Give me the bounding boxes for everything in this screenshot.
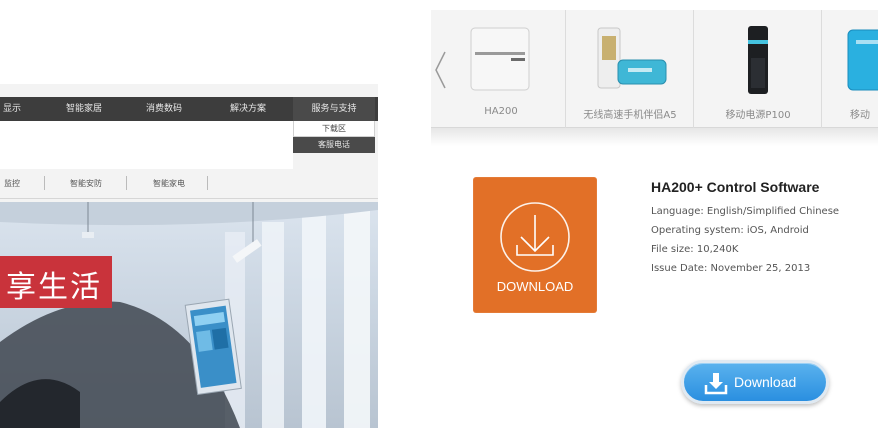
subnav-divider (44, 176, 45, 190)
carousel-item-label: 无线高速手机伴侣A5 (583, 110, 677, 121)
subnav-item-monitoring[interactable]: 监控 (4, 178, 20, 189)
left-website-panel: 显示 智能家居 消费数码 解决方案 服务与支持 下载区 客服电话 监控 智能安防… (0, 84, 378, 428)
software-os: Operating system: iOS, Android (651, 225, 809, 236)
download-button[interactable]: Download (681, 360, 829, 404)
right-download-panel: HA200 无线高速手机伴侣A5 移动电源P100 移动 DOWNLOAD HA… (431, 10, 878, 428)
subnav-item-appliances[interactable]: 智能家电 (153, 178, 185, 189)
nav-item-display[interactable]: 显示 (0, 97, 24, 121)
nav-item-smart-home[interactable]: 智能家居 (44, 97, 124, 121)
download-button-label: Download (734, 374, 797, 390)
nav-item-solutions[interactable]: 解决方案 (206, 97, 290, 121)
software-title: HA200+ Control Software (651, 179, 820, 195)
power-bank-icon (718, 18, 798, 98)
hero-banner[interactable]: 享生活 (0, 202, 378, 428)
carousel-item-label: 移动 (850, 110, 870, 121)
download-tile-label: DOWNLOAD (496, 279, 574, 294)
software-language: Language: English/Simplified Chinese (651, 206, 840, 217)
carousel-item-p100[interactable]: 移动电源P100 (693, 10, 821, 128)
router-icon (461, 18, 541, 98)
power-bank-icon (846, 18, 878, 98)
dropdown-item-download[interactable]: 下载区 (293, 121, 375, 137)
carousel-item-partial[interactable]: 移动 (821, 10, 878, 128)
download-tile[interactable]: DOWNLOAD (473, 177, 597, 313)
screenshot-root: 显示 智能家居 消费数码 解决方案 服务与支持 下载区 客服电话 监控 智能安防… (0, 0, 878, 428)
download-circle-icon (500, 202, 570, 272)
main-nav: 显示 智能家居 消费数码 解决方案 服务与支持 (0, 97, 378, 121)
service-dropdown: 下载区 客服电话 (293, 121, 375, 153)
carousel-item-ha200[interactable]: HA200 (437, 10, 565, 128)
nav-item-service-support[interactable]: 服务与支持 (293, 97, 375, 121)
carousel-item-label: HA200 (484, 106, 518, 117)
nav-item-consumer-digital[interactable]: 消费数码 (124, 97, 204, 121)
product-carousel: HA200 无线高速手机伴侣A5 移动电源P100 移动 (431, 10, 878, 128)
header-area (0, 121, 293, 169)
carousel-item-a5[interactable]: 无线高速手机伴侣A5 (565, 10, 693, 128)
subnav-divider (126, 176, 127, 190)
power-bank-icon (590, 18, 670, 98)
subnav-divider (207, 176, 208, 190)
subnav-item-security[interactable]: 智能安防 (70, 178, 102, 189)
banner-slogan: 享生活 (6, 270, 102, 305)
carousel-shadow (431, 128, 878, 146)
carousel-item-label: 移动电源P100 (725, 110, 791, 121)
download-tray-icon (704, 373, 728, 395)
software-date: Issue Date: November 25, 2013 (651, 263, 811, 274)
dropdown-item-hotline[interactable]: 客服电话 (293, 137, 375, 153)
software-size: File size: 10,240K (651, 244, 739, 255)
banner-scene-image (0, 202, 378, 428)
sub-nav: 监控 智能安防 智能家电 (0, 169, 378, 199)
software-info: HA200+ Control Software Language: Englis… (651, 179, 871, 278)
